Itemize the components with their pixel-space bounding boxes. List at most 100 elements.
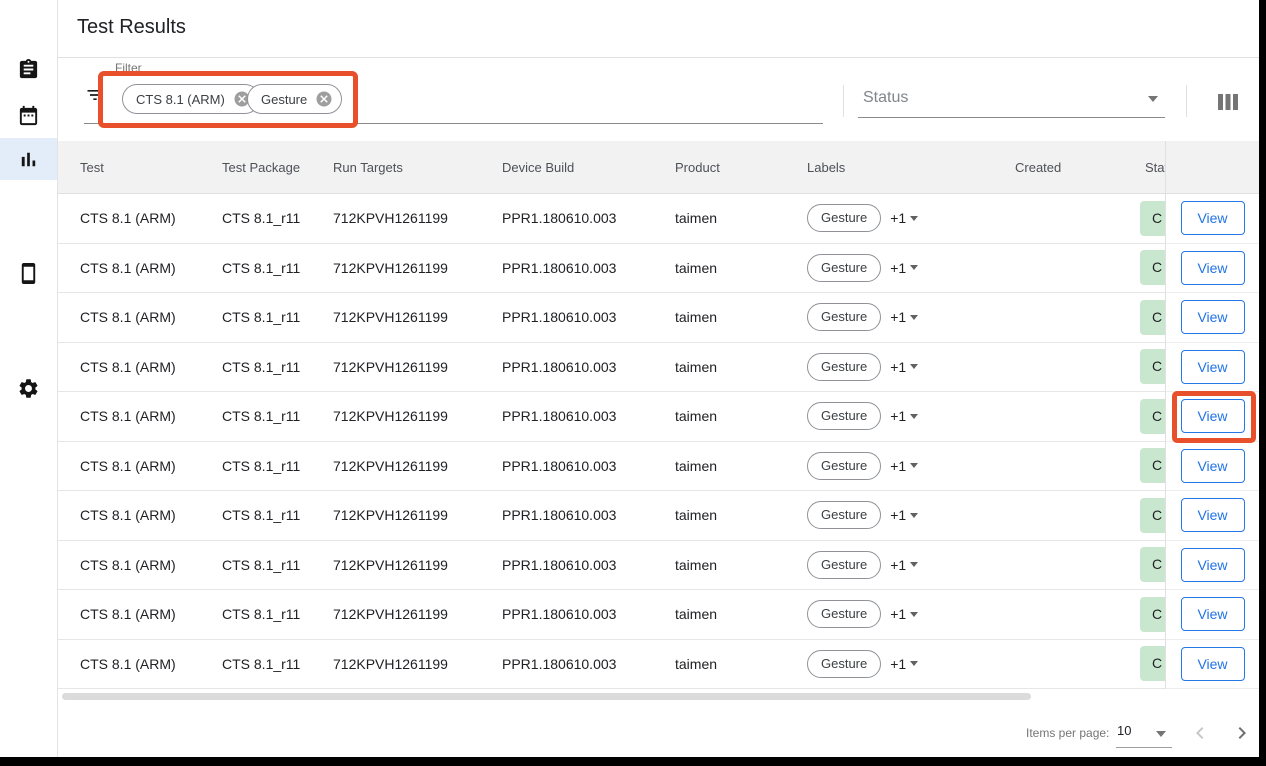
sidebar-item-test-plans[interactable] <box>0 94 57 136</box>
view-button[interactable]: View <box>1181 251 1245 285</box>
table-row[interactable]: CTS 8.1 (ARM) CTS 8.1_r11 712KPVH1261199… <box>58 442 1166 492</box>
more-labels-dropdown[interactable]: +1 <box>890 656 918 672</box>
cell-test-package: CTS 8.1_r11 <box>222 458 333 474</box>
screen-edge-right <box>1259 0 1266 766</box>
table-row[interactable]: CTS 8.1 (ARM) CTS 8.1_r11 712KPVH1261199… <box>58 491 1166 541</box>
chevron-down-icon[interactable] <box>1148 96 1158 102</box>
cell-product: taimen <box>675 458 807 474</box>
column-header-created[interactable]: Created <box>1008 160 1140 175</box>
view-button[interactable]: View <box>1181 449 1245 483</box>
cell-run-targets: 712KPVH1261199 <box>333 507 502 523</box>
cell-device-build: PPR1.180610.003 <box>502 408 675 424</box>
chevron-down-icon <box>910 364 918 369</box>
cell-test: CTS 8.1 (ARM) <box>58 359 222 375</box>
more-labels-count: +1 <box>890 656 906 672</box>
cell-run-targets: 712KPVH1261199 <box>333 656 502 672</box>
sidebar-item-test-results[interactable] <box>0 138 57 180</box>
column-header-product[interactable]: Product <box>675 160 807 175</box>
cell-labels: Gesture +1 <box>807 402 1008 430</box>
cell-product: taimen <box>675 557 807 573</box>
cell-product: taimen <box>675 260 807 276</box>
horizontal-scrollbar[interactable] <box>62 693 1031 700</box>
cell-test: CTS 8.1 (ARM) <box>58 309 222 325</box>
more-labels-dropdown[interactable]: +1 <box>890 210 918 226</box>
view-button[interactable]: View <box>1181 647 1245 681</box>
items-per-page-underline <box>1116 747 1172 748</box>
cell-run-targets: 712KPVH1261199 <box>333 260 502 276</box>
cell-test: CTS 8.1 (ARM) <box>58 458 222 474</box>
view-button[interactable]: View <box>1181 597 1245 631</box>
action-cell: View <box>1166 244 1259 294</box>
more-labels-dropdown[interactable]: +1 <box>890 606 918 622</box>
next-page-button[interactable] <box>1230 721 1254 745</box>
column-header-device-build[interactable]: Device Build <box>502 160 675 175</box>
more-labels-dropdown[interactable]: +1 <box>890 458 918 474</box>
action-cell: View <box>1166 541 1259 591</box>
label-chip[interactable]: Gesture <box>807 353 881 381</box>
more-labels-dropdown[interactable]: +1 <box>890 557 918 573</box>
chevron-down-icon <box>910 315 918 320</box>
label-chip[interactable]: Gesture <box>807 204 881 232</box>
cell-device-build: PPR1.180610.003 <box>502 260 675 276</box>
more-labels-dropdown[interactable]: +1 <box>890 359 918 375</box>
cell-test: CTS 8.1 (ARM) <box>58 557 222 573</box>
more-labels-dropdown[interactable]: +1 <box>890 507 918 523</box>
view-button[interactable]: View <box>1181 350 1245 384</box>
column-header-labels[interactable]: Labels <box>807 160 1008 175</box>
action-cell: View <box>1166 293 1259 343</box>
table-row[interactable]: CTS 8.1 (ARM) CTS 8.1_r11 712KPVH1261199… <box>58 194 1166 244</box>
status-badge: C <box>1140 646 1166 681</box>
column-header-test[interactable]: Test <box>58 160 222 175</box>
view-button[interactable]: View <box>1181 498 1245 532</box>
status-badge: C <box>1140 597 1166 632</box>
table-row[interactable]: CTS 8.1 (ARM) CTS 8.1_r11 712KPVH1261199… <box>58 392 1166 442</box>
table-row[interactable]: CTS 8.1 (ARM) CTS 8.1_r11 712KPVH1261199… <box>58 640 1166 690</box>
items-per-page-select[interactable]: 10 <box>1117 723 1131 738</box>
label-chip[interactable]: Gesture <box>807 452 881 480</box>
table-row[interactable]: CTS 8.1 (ARM) CTS 8.1_r11 712KPVH1261199… <box>58 293 1166 343</box>
previous-page-button[interactable] <box>1188 721 1212 745</box>
more-labels-dropdown[interactable]: +1 <box>890 309 918 325</box>
more-labels-dropdown[interactable]: +1 <box>890 408 918 424</box>
column-selector-icon[interactable] <box>1218 94 1238 110</box>
view-button[interactable]: View <box>1181 300 1245 334</box>
table-row[interactable]: CTS 8.1 (ARM) CTS 8.1_r11 712KPVH1261199… <box>58 244 1166 294</box>
cell-device-build: PPR1.180610.003 <box>502 557 675 573</box>
cell-product: taimen <box>675 408 807 424</box>
label-chip[interactable]: Gesture <box>807 501 881 529</box>
label-chip[interactable]: Gesture <box>807 600 881 628</box>
status-select[interactable]: Status <box>863 89 908 107</box>
sidebar-item-devices[interactable] <box>0 252 57 294</box>
chevron-down-icon <box>910 216 918 221</box>
column-header-status[interactable]: Status <box>1140 160 1166 175</box>
table-row[interactable]: CTS 8.1 (ARM) CTS 8.1_r11 712KPVH1261199… <box>58 343 1166 393</box>
cell-test-package: CTS 8.1_r11 <box>222 606 333 622</box>
cell-device-build: PPR1.180610.003 <box>502 656 675 672</box>
cell-status: C <box>1140 547 1166 582</box>
sidebar-item-test-suites[interactable] <box>0 48 57 90</box>
cell-product: taimen <box>675 507 807 523</box>
cell-device-build: PPR1.180610.003 <box>502 210 675 226</box>
chevron-down-icon <box>910 661 918 666</box>
label-chip[interactable]: Gesture <box>807 551 881 579</box>
view-button[interactable]: View <box>1181 548 1245 582</box>
table-row[interactable]: CTS 8.1 (ARM) CTS 8.1_r11 712KPVH1261199… <box>58 590 1166 640</box>
cell-test-package: CTS 8.1_r11 <box>222 408 333 424</box>
cell-product: taimen <box>675 606 807 622</box>
label-chip[interactable]: Gesture <box>807 254 881 282</box>
more-labels-dropdown[interactable]: +1 <box>890 260 918 276</box>
status-badge: C <box>1140 498 1166 533</box>
label-chip[interactable]: Gesture <box>807 402 881 430</box>
table-row[interactable]: CTS 8.1 (ARM) CTS 8.1_r11 712KPVH1261199… <box>58 541 1166 591</box>
label-chip[interactable]: Gesture <box>807 650 881 678</box>
chevron-down-icon[interactable] <box>1156 731 1166 737</box>
action-cell: View <box>1166 590 1259 640</box>
label-chip[interactable]: Gesture <box>807 303 881 331</box>
action-cell: View <box>1166 194 1259 244</box>
status-badge: C <box>1140 349 1166 384</box>
cell-labels: Gesture +1 <box>807 650 1008 678</box>
column-header-run-targets[interactable]: Run Targets <box>333 160 502 175</box>
sidebar-item-settings[interactable] <box>0 367 57 409</box>
view-button[interactable]: View <box>1181 201 1245 235</box>
column-header-test-package[interactable]: Test Package <box>222 160 333 175</box>
